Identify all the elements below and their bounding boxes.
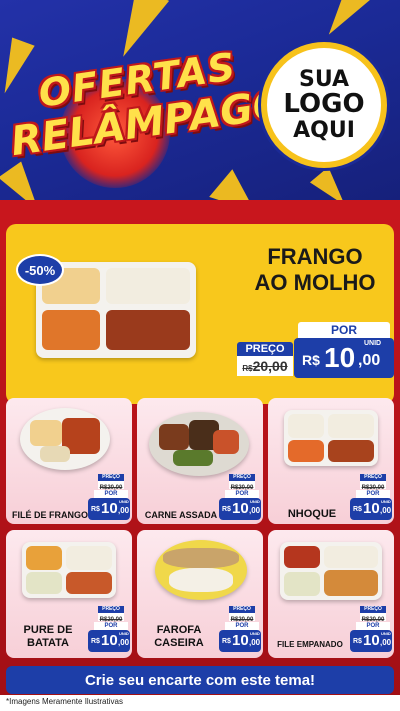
featured-title-line2: AO MOLHO xyxy=(254,270,376,296)
old-price: R$20,00 xyxy=(229,613,255,623)
product-card[interactable]: CARNE ASSADA PREÇO R$20,00 POR R$ 10 ,00… xyxy=(137,398,263,524)
offers-area: -50% FRANGO AO MOLHO PREÇO R$20,00 POR R… xyxy=(0,212,400,711)
logo-text-line3: AQUI xyxy=(293,117,355,143)
discount-badge: -50% xyxy=(16,254,64,286)
price-label: PREÇO xyxy=(237,342,293,356)
new-price-dec: ,00 xyxy=(358,352,381,369)
featured-title: FRANGO AO MOLHO xyxy=(240,244,390,297)
por-label: POR xyxy=(94,490,128,498)
new-price: R$ 10 ,00 UNID xyxy=(294,338,394,378)
product-name: CARNE ASSADA xyxy=(144,510,218,520)
product-name: FAROFA CASEIRA xyxy=(154,624,204,650)
por-label: POR xyxy=(94,622,128,630)
lightning-bolt-decoration xyxy=(315,0,377,44)
old-price: R$20,00 xyxy=(229,481,255,491)
por-label: POR xyxy=(356,490,390,498)
lightning-bolt-decoration xyxy=(0,161,50,205)
old-price-value: 20,00 xyxy=(252,358,288,374)
cta-banner[interactable]: Crie seu encarte com este tema! xyxy=(6,666,394,694)
new-price: R$ 10 ,00 UNID xyxy=(88,630,130,652)
product-card[interactable]: NHOQUE PREÇO R$20,00 POR R$ 10 ,00 UNID xyxy=(268,398,394,524)
price-label: PREÇO xyxy=(229,606,255,613)
product-name: PURE DE BATATA xyxy=(23,624,73,650)
old-price-currency: R$ xyxy=(242,364,253,373)
por-label: POR xyxy=(298,322,390,338)
product-image xyxy=(20,408,110,470)
product-name: NHOQUE xyxy=(287,508,337,520)
disclaimer-text: *Imagens Meramente Ilustrativas xyxy=(6,697,123,706)
product-image xyxy=(155,540,247,600)
por-label: POR xyxy=(225,490,259,498)
old-price: R$20,00 xyxy=(360,481,386,491)
new-price: R$ 10 ,00 UNID xyxy=(88,498,130,520)
old-price: R$20,00 xyxy=(360,613,386,623)
logo-placeholder[interactable]: SUA LOGO AQUI xyxy=(261,42,387,168)
old-price: R$20,00 xyxy=(98,613,124,623)
product-name: FILÉ DE FRANGO xyxy=(12,510,88,520)
price-label: PREÇO xyxy=(360,474,386,481)
new-price: R$ 10 ,00 UNID xyxy=(219,498,261,520)
product-image xyxy=(284,410,378,466)
old-price: R$20,00 xyxy=(98,481,124,491)
por-label: POR xyxy=(356,622,390,630)
product-name: FILE EMPANADO xyxy=(277,640,343,649)
featured-offer-card[interactable]: -50% FRANGO AO MOLHO PREÇO R$20,00 POR R… xyxy=(6,224,394,404)
new-price-int: 10 xyxy=(324,342,356,373)
product-image xyxy=(280,542,382,600)
product-card[interactable]: FILE EMPANADO PREÇO R$20,00 POR R$ 10 ,0… xyxy=(268,530,394,658)
price-label: PREÇO xyxy=(98,606,124,613)
header-banner: OFERTAS RELÂMPAGO SUA LOGO AQUI xyxy=(0,0,400,205)
featured-title-line1: FRANGO xyxy=(267,244,363,269)
old-price: R$20,00 xyxy=(237,356,293,376)
logo-text-line1: SUA xyxy=(298,67,350,93)
product-card[interactable]: FAROFA CASEIRA PREÇO R$20,00 POR R$ 10 ,… xyxy=(137,530,263,658)
product-card[interactable]: PURE DE BATATA PREÇO R$20,00 POR R$ 10 ,… xyxy=(6,530,132,658)
price-label: PREÇO xyxy=(98,474,124,481)
currency: R$ xyxy=(302,352,320,368)
price-label: PREÇO xyxy=(229,474,255,481)
product-image xyxy=(22,542,116,598)
new-price: R$ 10 ,00 UNID xyxy=(350,498,392,520)
new-price: R$ 10 ,00 UNID xyxy=(350,630,392,652)
logo-text-line2: LOGO xyxy=(283,89,365,120)
lightning-bolt-decoration xyxy=(0,37,35,98)
product-card[interactable]: FILÉ DE FRANGO PREÇO R$20,00 POR R$ 10 ,… xyxy=(6,398,132,524)
unit-label: UNID xyxy=(364,340,382,347)
new-price: R$ 10 ,00 UNID xyxy=(219,630,261,652)
product-image xyxy=(149,412,249,476)
por-label: POR xyxy=(225,622,259,630)
price-label: PREÇO xyxy=(360,606,386,613)
